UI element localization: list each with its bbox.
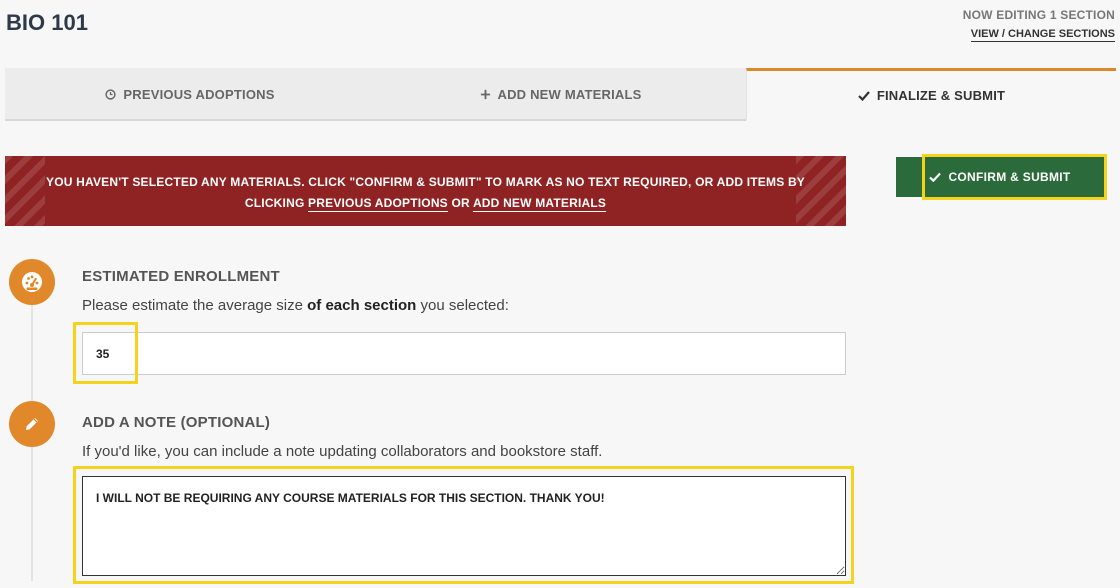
tab-add-new-materials[interactable]: ADD NEW MATERIALS [375,68,746,121]
add-new-materials-link[interactable]: ADD NEW MATERIALS [473,196,606,210]
editing-status: NOW EDITING 1 SECTION [962,8,1115,22]
alert-message: YOU HAVEN'T SELECTED ANY MATERIALS. CLIC… [35,172,816,214]
course-title: BIO 101 [6,10,88,35]
gauge-icon [9,259,55,305]
note-textarea[interactable]: I WILL NOT BE REQUIRING ANY COURSE MATER… [82,476,846,576]
clock-icon [105,89,117,100]
enrollment-desc-bold: of each section [307,297,417,314]
estimated-enrollment-input[interactable] [82,332,846,375]
enrollment-desc-end: you selected: [420,297,509,314]
tab-finalize-submit[interactable]: FINALIZE & SUBMIT [746,68,1116,121]
enrollment-title: ESTIMATED ENROLLMENT [82,268,280,285]
previous-adoptions-link[interactable]: PREVIOUS ADOPTIONS [308,196,448,210]
editing-status-panel: NOW EDITING 1 SECTION VIEW / CHANGE SECT… [963,8,1115,42]
enrollment-description: Please estimate the average size of each… [82,297,509,314]
pencil-icon [9,401,55,447]
no-materials-alert: YOU HAVEN'T SELECTED ANY MATERIALS. CLIC… [5,156,846,226]
workflow-tabs: PREVIOUS ADOPTIONS ADD NEW MATERIALS FIN… [5,68,1116,121]
check-icon [858,90,870,101]
enrollment-desc-start: Please estimate the average size [82,297,303,314]
tab-previous-adoptions[interactable]: PREVIOUS ADOPTIONS [5,68,375,121]
tab-label: ADD NEW MATERIALS [497,87,642,102]
alert-connector: OR [451,196,470,210]
tab-label: PREVIOUS ADOPTIONS [123,87,275,102]
highlight-confirm [922,154,1107,200]
note-title: ADD A NOTE (OPTIONAL) [82,414,271,431]
tab-label: FINALIZE & SUBMIT [876,87,1006,103]
view-change-sections-link[interactable]: VIEW / CHANGE SECTIONS [970,28,1115,42]
note-description: If you'd like, you can include a note up… [82,443,603,460]
plus-icon [480,89,490,100]
